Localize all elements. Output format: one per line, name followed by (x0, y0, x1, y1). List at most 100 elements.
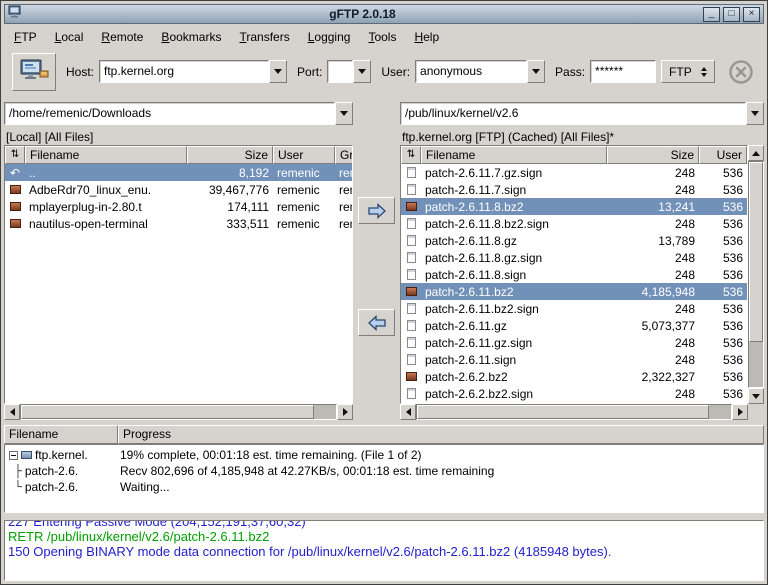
transfers-column-filename[interactable]: Filename (4, 425, 118, 444)
column-header-type[interactable]: ⇅ (401, 146, 421, 164)
local-hscrollbar[interactable] (4, 404, 353, 420)
cell-user: 536 (699, 336, 747, 350)
scrollbar-thumb[interactable] (417, 405, 709, 419)
transfer-row[interactable]: ├patch-2.6.Recv 802,696 of 4,185,948 at … (5, 463, 763, 479)
triangle-right-icon (738, 408, 743, 416)
connect-button[interactable] (12, 53, 56, 91)
cell-user: 536 (699, 285, 747, 299)
file-row[interactable]: patch-2.6.11.8.bz2.sign248536 (401, 215, 747, 232)
remote-vscrollbar[interactable] (748, 145, 764, 404)
pass-field[interactable]: ****** (590, 60, 656, 83)
scrollbar-thumb[interactable] (21, 405, 314, 419)
user-dropdown-button[interactable] (527, 60, 545, 83)
menu-item-tools[interactable]: Tools (368, 30, 396, 44)
log-line: 227 Entering Passive Mode (204,152,191,3… (8, 520, 760, 529)
file-row[interactable]: patch-2.6.11.bz2.sign248536 (401, 300, 747, 317)
host-dropdown-button[interactable] (269, 60, 287, 83)
pane-splitter[interactable] (4, 513, 764, 520)
file-row[interactable]: ↶..8,192remenicremenic (5, 164, 352, 181)
file-row[interactable]: patch-2.6.11.8.gz.sign248536 (401, 249, 747, 266)
scrollbar-trough[interactable] (416, 404, 732, 420)
file-row[interactable]: patch-2.6.11.gz.sign248536 (401, 334, 747, 351)
scroll-up-button[interactable] (748, 145, 764, 161)
column-header-filename[interactable]: Filename (25, 146, 187, 164)
log-panel: 227 Entering Passive Mode (204,152,191,3… (4, 520, 764, 581)
transfer-to-local-button[interactable] (358, 309, 395, 336)
file-row[interactable]: AdbeRdr70_linux_enu.39,467,776remenicrem… (5, 181, 352, 198)
host-input[interactable]: ftp.kernel.org (99, 60, 269, 83)
scrollbar-thumb[interactable] (749, 162, 763, 342)
column-header-user[interactable]: User (273, 146, 335, 164)
local-path-input[interactable]: /home/remenic/Downloads (4, 102, 335, 125)
file-icon (407, 303, 416, 314)
menu-item-logging[interactable]: Logging (308, 30, 351, 44)
transfers-column-progress[interactable]: Progress (118, 425, 764, 444)
protocol-select[interactable]: FTP (661, 60, 715, 83)
column-header-size[interactable]: Size (607, 146, 699, 164)
scroll-down-button[interactable] (748, 388, 764, 404)
remote-path-input[interactable]: /pub/linux/kernel/v2.6 (400, 102, 746, 125)
cell-user: 536 (699, 251, 747, 265)
file-row[interactable]: patch-2.6.11.sign248536 (401, 351, 747, 368)
tree-line-icon: ├ (14, 464, 22, 479)
cell-size: 248 (607, 166, 699, 180)
package-icon (10, 219, 21, 228)
scrollbar-trough[interactable] (748, 161, 764, 388)
port-input[interactable] (327, 60, 353, 83)
transfer-row[interactable]: └patch-2.6.Waiting... (5, 479, 763, 495)
close-button[interactable]: × (743, 7, 760, 22)
file-row[interactable]: patch-2.6.2.bz2.sign248536 (401, 385, 747, 402)
menu-item-transfers[interactable]: Transfers (239, 30, 289, 44)
cell-name: patch-2.6.11.8.sign (421, 268, 607, 282)
menu-item-ftp[interactable]: FTP (14, 30, 37, 44)
stop-button[interactable] (726, 57, 756, 87)
column-header-user[interactable]: User (699, 146, 747, 164)
minimize-button[interactable]: _ (703, 7, 720, 22)
file-icon (407, 269, 416, 280)
cell-user: 536 (699, 319, 747, 333)
file-row[interactable]: mplayerplug-in-2.80.t174,111remenicremen… (5, 198, 352, 215)
user-input[interactable]: anonymous (415, 60, 527, 83)
file-row[interactable]: patch-2.6.2.bz22,322,327536 (401, 368, 747, 385)
scroll-left-button[interactable] (4, 404, 20, 420)
menu-item-help[interactable]: Help (414, 30, 439, 44)
toolbar: Host: ftp.kernel.org Port: User: anonymo… (4, 49, 764, 96)
transfer-filename: ftp.kernel. (35, 448, 88, 462)
column-header-type[interactable]: ⇅ (5, 146, 25, 164)
cell-user: 536 (699, 268, 747, 282)
transfer-to-remote-button[interactable] (358, 197, 395, 224)
local-path-dropdown-button[interactable] (335, 102, 353, 125)
file-row[interactable]: patch-2.6.11.8.bz213,241536 (401, 198, 747, 215)
file-row[interactable]: patch-2.6.11.7.gz.sign248536 (401, 164, 747, 181)
transfer-row[interactable]: ftp.kernel.19% complete, 00:01:18 est. t… (5, 447, 763, 463)
cell-size: 174,111 (187, 200, 273, 214)
remote-path-dropdown-button[interactable] (746, 102, 764, 125)
column-header-size[interactable]: Size (187, 146, 273, 164)
menu-item-remote[interactable]: Remote (101, 30, 143, 44)
titlebar[interactable]: gFTP 2.0.18 _ □ × (4, 4, 764, 24)
file-row[interactable]: patch-2.6.11.7.sign248536 (401, 181, 747, 198)
scroll-right-button[interactable] (732, 404, 748, 420)
cell-user: 536 (699, 217, 747, 231)
cell-size: 13,241 (607, 200, 699, 214)
file-row[interactable]: patch-2.6.11.bz24,185,948536 (401, 283, 747, 300)
column-header-filename[interactable]: Filename (421, 146, 607, 164)
minimize-icon: _ (709, 8, 715, 19)
tree-expander-icon[interactable] (9, 451, 18, 460)
menu-item-bookmarks[interactable]: Bookmarks (161, 30, 221, 44)
cell-size: 4,185,948 (607, 285, 699, 299)
scroll-left-button[interactable] (400, 404, 416, 420)
scrollbar-trough[interactable] (20, 404, 337, 420)
column-header-group[interactable]: Group (335, 146, 352, 164)
file-row[interactable]: patch-2.6.11.8.sign248536 (401, 266, 747, 283)
remote-hscrollbar[interactable] (400, 404, 748, 420)
menu-item-local[interactable]: Local (55, 30, 84, 44)
cell-name: patch-2.6.11.8.bz2 (421, 200, 607, 214)
file-row[interactable]: patch-2.6.11.gz5,073,377536 (401, 317, 747, 334)
file-row[interactable]: patch-2.6.11.8.gz13,789536 (401, 232, 747, 249)
scroll-right-button[interactable] (337, 404, 353, 420)
file-row[interactable]: nautilus-open-terminal333,511remenicreme… (5, 215, 352, 232)
maximize-button[interactable]: □ (723, 7, 740, 22)
maximize-icon: □ (728, 8, 734, 19)
port-dropdown-button[interactable] (353, 60, 371, 83)
